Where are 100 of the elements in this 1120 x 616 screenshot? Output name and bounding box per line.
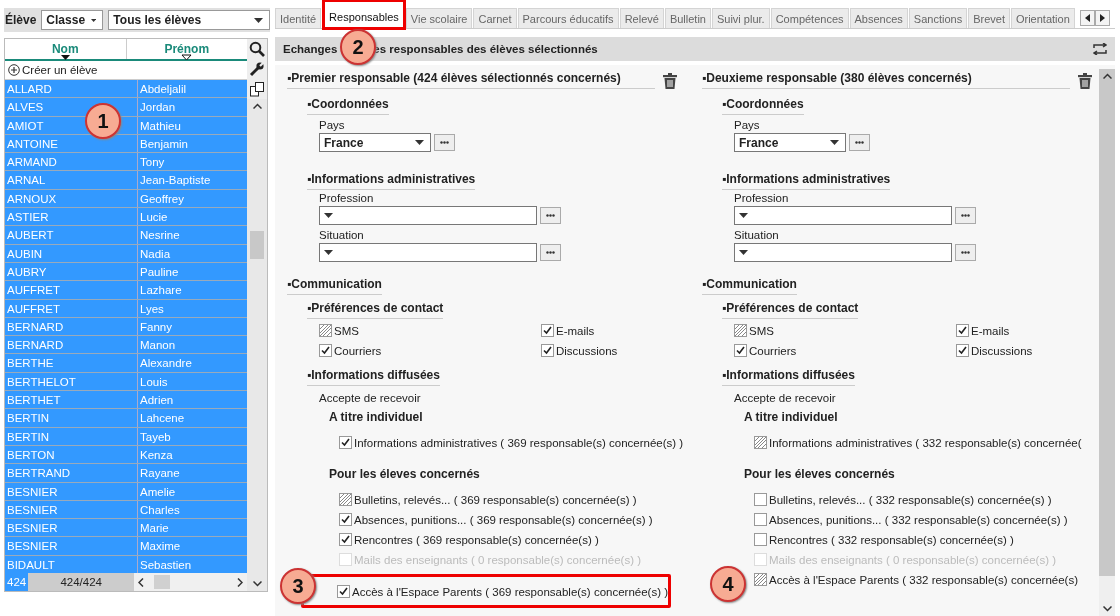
- scrollbar-thumb[interactable]: [154, 575, 171, 589]
- tab[interactable]: Suivi plur.: [711, 8, 770, 28]
- situation-dropdown[interactable]: [319, 243, 537, 262]
- scope-dropdown[interactable]: Tous les élèves: [108, 10, 270, 30]
- search-icon[interactable]: [249, 41, 265, 57]
- list-row[interactable]: ALLARD Abdeljalil: [5, 80, 247, 99]
- scrollbar-thumb[interactable]: [250, 231, 264, 259]
- checkbox-checked-icon[interactable]: [337, 585, 350, 598]
- tab[interactable]: Identité: [275, 8, 322, 28]
- trash-icon[interactable]: [663, 73, 677, 89]
- checkbox-icon[interactable]: [754, 513, 767, 526]
- tab[interactable]: Carnet: [473, 8, 517, 28]
- checkbox-label[interactable]: E-mails: [556, 324, 595, 337]
- checkbox-checked-icon[interactable]: [734, 344, 747, 357]
- checkbox-label[interactable]: Courriers: [334, 344, 382, 357]
- wrench-icon[interactable]: [249, 61, 265, 77]
- tab[interactable]: Orientation: [1010, 8, 1075, 28]
- checkbox-icon[interactable]: [754, 493, 767, 506]
- checkbox-mixed-icon[interactable]: [319, 324, 332, 337]
- checkbox-checked-icon[interactable]: [956, 344, 969, 357]
- checkbox-icon[interactable]: [754, 533, 767, 546]
- checkbox-checked-icon[interactable]: [541, 324, 554, 337]
- checkbox-label[interactable]: Rencontres ( 332 responsable(s) concernée(s) ): [769, 533, 1014, 546]
- tab[interactable]: Sanctions: [908, 8, 968, 28]
- tab[interactable]: Vie scolaire: [405, 8, 473, 28]
- checkbox-mixed-icon[interactable]: [734, 324, 747, 337]
- tab[interactable]: Relevé: [619, 8, 664, 28]
- checkbox-label[interactable]: Discussions: [971, 344, 1033, 357]
- checkbox-mixed-icon[interactable]: [339, 493, 352, 506]
- tab[interactable]: Compétences: [770, 8, 849, 28]
- horizontal-scrollbar[interactable]: [134, 573, 247, 591]
- list-row[interactable]: BERTIN Lahcene: [5, 409, 247, 428]
- list-row[interactable]: BERTHET Adrien: [5, 391, 247, 410]
- checkbox-label[interactable]: SMS: [749, 324, 774, 337]
- list-row[interactable]: BERTON Kenza: [5, 445, 247, 465]
- more-button[interactable]: [955, 244, 976, 261]
- list-row[interactable]: ARMAND Tony: [5, 153, 247, 172]
- profession-dropdown[interactable]: [734, 206, 952, 225]
- list-row[interactable]: BERTHELOT Louis: [5, 372, 247, 392]
- list-row[interactable]: BERTRAND Rayane: [5, 464, 247, 483]
- checkbox-label[interactable]: Courriers: [749, 344, 797, 357]
- tab[interactable]: Responsables: [324, 1, 404, 28]
- checkbox-label[interactable]: Bulletins, relevés... ( 332 responsable(s) concernée(s) ): [769, 493, 1052, 506]
- checkbox-checked-icon[interactable]: [339, 533, 352, 546]
- copy-icon[interactable]: [249, 81, 265, 97]
- country-dropdown[interactable]: France: [319, 133, 431, 152]
- checkbox-checked-icon[interactable]: [319, 344, 332, 357]
- checkbox-label[interactable]: Absences, punitions... ( 332 responsable(s) concernée(s) ): [769, 513, 1068, 526]
- checkbox-checked-icon[interactable]: [339, 513, 352, 526]
- checkbox-label[interactable]: Rencontres ( 369 responsable(s) concernée(s) ): [354, 533, 599, 546]
- list-row[interactable]: BESNIER Marie: [5, 519, 247, 538]
- list-row[interactable]: AUFFRET Lazhare: [5, 281, 247, 300]
- list-row[interactable]: AUFFRET Lyes: [5, 299, 247, 318]
- list-row[interactable]: BESNIER Maxime: [5, 537, 247, 556]
- list-row[interactable]: AUBIN Nadia: [5, 244, 247, 263]
- checkbox-label[interactable]: Accès à l'Espace Parents ( 369 responsable(s) concernée(s) ): [352, 585, 669, 598]
- trash-icon[interactable]: [1077, 73, 1092, 89]
- class-dropdown[interactable]: Classe: [41, 10, 104, 30]
- checkbox-label[interactable]: Bulletins, relevés... ( 369 responsable(s) concernée(s) ): [354, 493, 637, 506]
- checkbox-mixed-icon[interactable]: [754, 573, 767, 586]
- list-row[interactable]: BESNIER Amelie: [5, 482, 247, 501]
- column-header[interactable]: Nom: [5, 39, 126, 59]
- checkbox-label[interactable]: E-mails: [971, 324, 1010, 337]
- checkbox-label[interactable]: Absences, punitions... ( 369 responsable(s) concernée(s) ): [354, 513, 653, 526]
- situation-dropdown[interactable]: [734, 243, 952, 262]
- profession-dropdown[interactable]: [319, 206, 537, 225]
- checkbox-checked-icon[interactable]: [541, 344, 554, 357]
- tab[interactable]: Absences: [849, 8, 908, 28]
- checkbox-checked-icon[interactable]: [956, 324, 969, 337]
- list-row[interactable]: ASTIER Lucie: [5, 208, 247, 227]
- more-button[interactable]: [434, 134, 455, 151]
- list-row[interactable]: BERTIN Tayeb: [5, 427, 247, 446]
- country-dropdown[interactable]: France: [734, 133, 846, 152]
- table-cell-text: Maxime: [139, 539, 181, 555]
- vertical-scrollbar[interactable]: [1099, 69, 1115, 616]
- list-row[interactable]: BERTHE Alexandre: [5, 354, 247, 373]
- checkbox-label[interactable]: Accès à l'Espace Parents ( 332 responsable(s) concernée(s): [769, 573, 1078, 586]
- tab[interactable]: Parcours éducatifs: [517, 8, 619, 28]
- tab[interactable]: Bulletin: [664, 8, 711, 28]
- checkbox-label[interactable]: Informations administratives ( 332 responsable(s) concernée(: [769, 436, 1082, 449]
- swap-icon[interactable]: [1093, 43, 1107, 55]
- checkbox-label[interactable]: Discussions: [556, 344, 618, 357]
- checkbox-label[interactable]: Informations administratives ( 369 responsable(s) concernée(s) ): [354, 436, 684, 449]
- checkbox-label[interactable]: SMS: [334, 324, 359, 337]
- checkbox-checked-icon[interactable]: [339, 436, 352, 449]
- list-row[interactable]: BESNIER Charles: [5, 500, 247, 520]
- list-row[interactable]: ARNAL Jean-Baptiste: [5, 171, 247, 190]
- list-row[interactable]: AUBERT Nesrine: [5, 226, 247, 245]
- list-row[interactable]: AUBRY Pauline: [5, 262, 247, 282]
- more-button[interactable]: [955, 207, 976, 224]
- list-row[interactable]: BERNARD Fanny: [5, 317, 247, 337]
- more-button[interactable]: [540, 207, 561, 224]
- checkbox-mixed-icon[interactable]: [754, 436, 767, 449]
- tab[interactable]: Brevet: [968, 8, 1010, 28]
- list-row[interactable]: ARNOUX Geoffrey: [5, 189, 247, 209]
- more-button[interactable]: [849, 134, 870, 151]
- list-row[interactable]: BERNARD Manon: [5, 336, 247, 355]
- more-button[interactable]: [540, 244, 561, 261]
- scroll-left-icon[interactable]: [1079, 10, 1095, 26]
- vertical-scrollbar[interactable]: [247, 99, 267, 591]
